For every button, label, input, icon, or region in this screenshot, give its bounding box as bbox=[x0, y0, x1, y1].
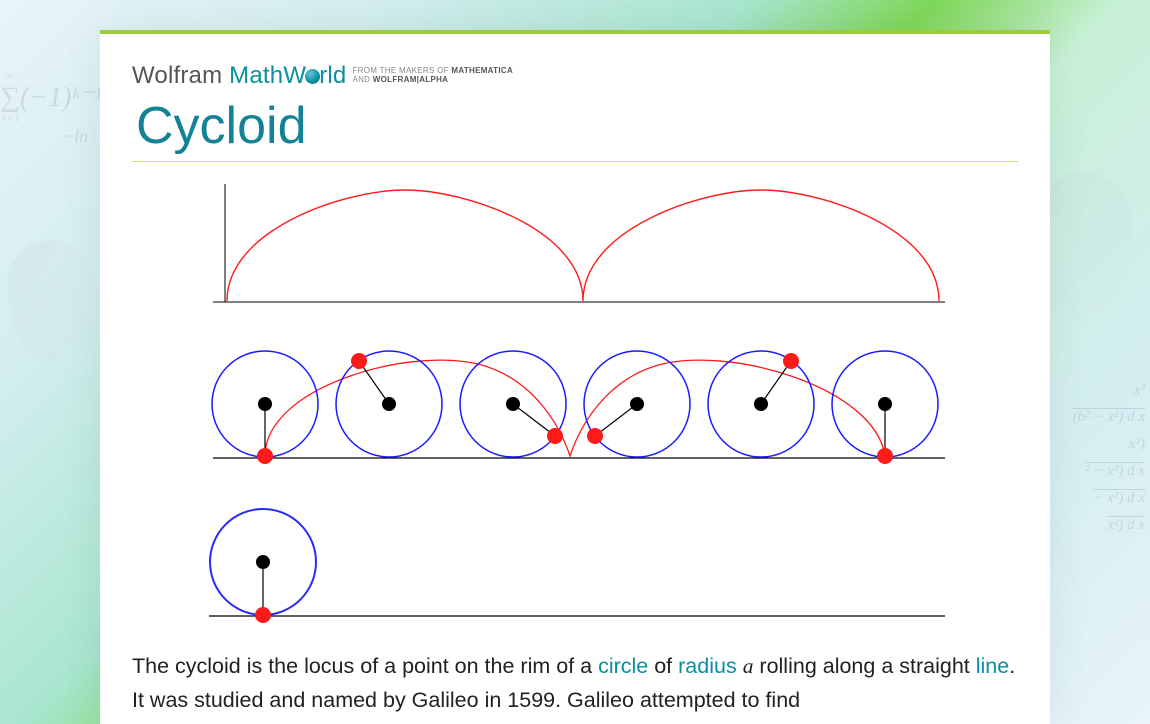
logo-subtext: FROM THE MAKERS OF MATHEMATICA AND WOLFR… bbox=[352, 66, 513, 90]
page-title: Cycloid bbox=[132, 98, 1018, 155]
globe-o-icon bbox=[305, 69, 320, 84]
figure-rolling-circles bbox=[205, 336, 945, 476]
bg-math-right: x² (b² − x²) d x x²) ² − x²) d x − x²) d… bbox=[1073, 372, 1145, 544]
link-circle[interactable]: circle bbox=[598, 654, 648, 678]
title-divider bbox=[132, 161, 1018, 162]
link-radius[interactable]: radius bbox=[678, 654, 737, 678]
site-logo[interactable]: Wolfram MathWrld FROM THE MAKERS OF MATH… bbox=[132, 62, 1018, 90]
figure-cycloid-curve bbox=[205, 184, 945, 314]
bg-math-left: ∞ ∑(−1)ᵏ⁻¹ k=1 −ln bbox=[0, 80, 103, 124]
content-card: Wolfram MathWrld FROM THE MAKERS OF MATH… bbox=[100, 30, 1050, 724]
math-var-a: a bbox=[743, 654, 754, 678]
article-body: The cycloid is the locus of a point on t… bbox=[132, 650, 1018, 717]
logo-text: Wolfram MathWrld bbox=[132, 62, 346, 90]
link-line[interactable]: line bbox=[976, 654, 1009, 678]
figure-single-circle bbox=[205, 498, 945, 628]
